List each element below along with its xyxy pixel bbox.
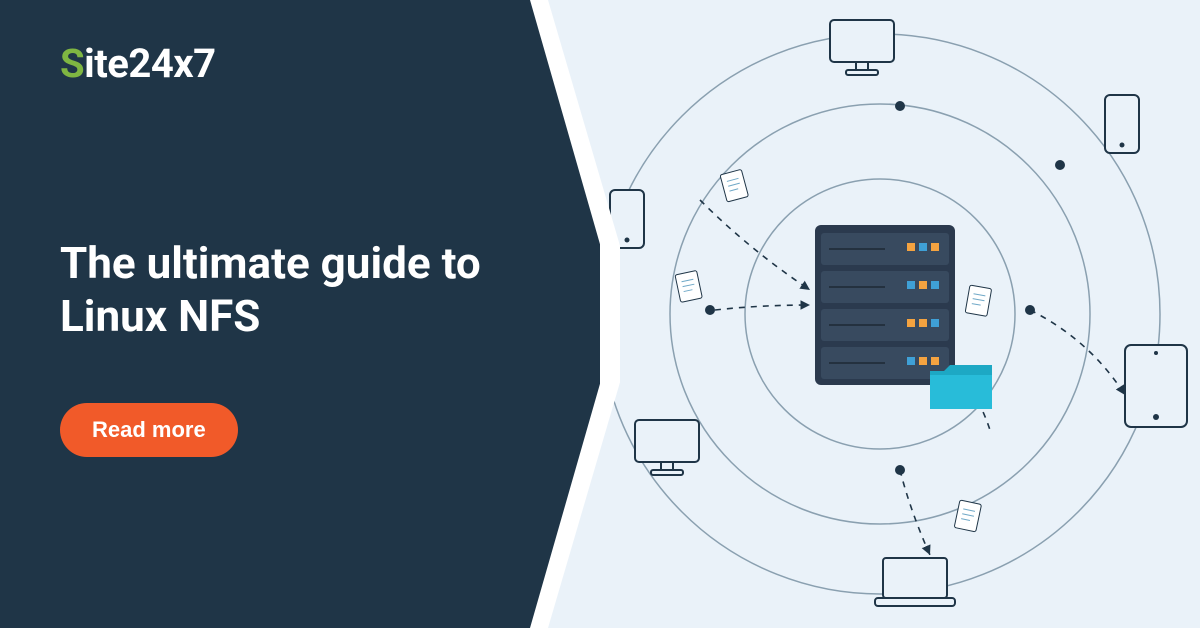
document-icon [954,500,981,532]
left-panel: Site24x7 The ultimate guide to Linux NFS… [0,0,600,628]
orbit-node-icon [705,305,715,315]
logo-letter-s: S [60,40,84,87]
tablet-icon [1125,345,1187,427]
logo-24x7: 24x7 [128,40,215,87]
document-icon [965,285,992,316]
laptop-icon [875,558,955,606]
orbit-node-icon [1055,160,1065,170]
document-icon [675,270,702,302]
logo-letter-ite: ite [84,40,128,87]
logo: Site24x7 [60,40,540,87]
document-icon [720,169,748,202]
read-more-button[interactable]: Read more [60,403,238,457]
orbit-node-icon [895,101,905,111]
network-diagram [560,0,1200,628]
page-title: The ultimate guide to Linux NFS [60,237,520,343]
monitor-icon [830,20,894,75]
server-rack-icon [815,225,955,385]
folder-icon [930,365,992,409]
phone-icon [1105,95,1139,153]
